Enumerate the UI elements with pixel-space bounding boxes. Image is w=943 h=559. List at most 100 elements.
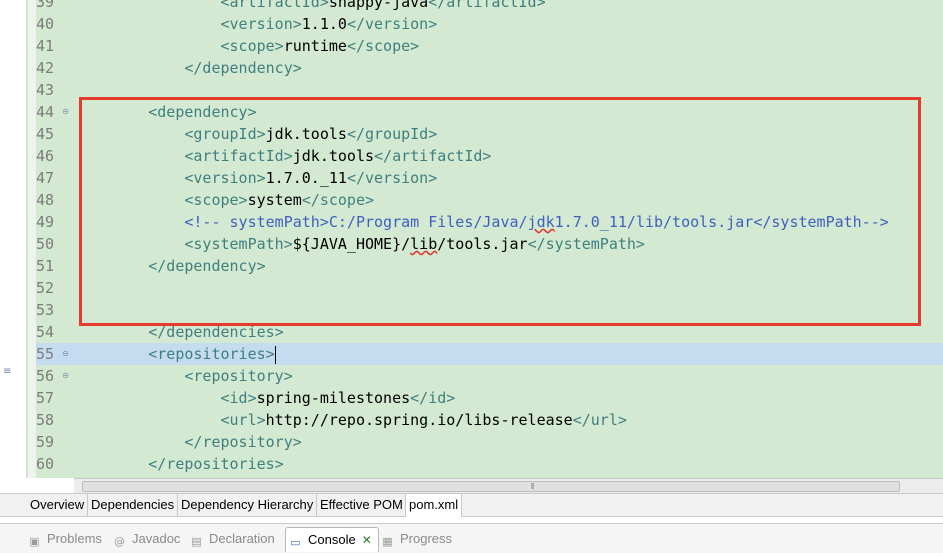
xml-tag: <artifactId> xyxy=(220,0,329,11)
editor-left-gutter: ≡ xyxy=(0,0,27,478)
code-text: </dependency> xyxy=(76,57,302,79)
xml-tag: </artifactId> xyxy=(374,147,492,165)
line-number: 48 xyxy=(36,191,55,209)
spelling-warning: lib xyxy=(410,235,438,253)
code-text: </dependencies> xyxy=(76,321,284,343)
view-tab-label: Problems xyxy=(47,531,102,546)
tab-overview[interactable]: Overview xyxy=(27,494,89,517)
horizontal-scrollbar-thumb[interactable]: ⦀ xyxy=(82,481,900,492)
code-line[interactable]: 51 </dependency> xyxy=(36,255,943,277)
view-tab-console[interactable]: ▭ Console ✕ xyxy=(285,527,379,552)
code-line[interactable]: 41 <scope>runtime</scope> xyxy=(36,35,943,57)
fold-toggle-icon[interactable]: ⊖ xyxy=(61,108,70,117)
code-line[interactable]: 45 <groupId>jdk.tools</groupId> xyxy=(36,123,943,145)
horizontal-scrollbar[interactable]: ⦀ xyxy=(74,478,943,493)
xml-tag: </artifactId> xyxy=(428,0,546,11)
line-number: 52 xyxy=(36,279,55,297)
code-line[interactable]: 58 <url>http://repo.spring.io/libs-relea… xyxy=(36,409,943,431)
editor-ruler xyxy=(28,0,36,478)
close-tab-icon[interactable]: ✕ xyxy=(362,533,372,547)
code-text: </repository> xyxy=(76,431,302,453)
line-number: 40 xyxy=(36,15,55,33)
progress-icon: ▦ xyxy=(382,535,393,548)
view-tab-javadoc[interactable]: @ Javadoc xyxy=(113,527,180,552)
code-line[interactable]: 48 <scope>system</scope> xyxy=(36,189,943,211)
code-text: <repository> xyxy=(76,365,293,387)
xml-tag: </version> xyxy=(346,169,438,187)
xml-comment: <!-- systemPath>C:/Program Files/Java/jd… xyxy=(184,213,889,231)
xml-text: runtime xyxy=(283,37,347,55)
tab-pom-xml[interactable]: pom.xml xyxy=(405,494,463,517)
view-tab-label: Console xyxy=(308,532,356,547)
view-tab-progress[interactable]: ▦ Progress xyxy=(381,527,452,552)
code-line[interactable]: 40 <version>1.1.0</version> xyxy=(36,13,943,35)
xml-tag: </repositories> xyxy=(148,455,284,473)
text-caret xyxy=(274,345,276,364)
xml-tag: </dependency> xyxy=(148,257,266,275)
code-line[interactable]: 59 </repository> xyxy=(36,431,943,453)
xml-text: jdk.tools xyxy=(265,125,347,143)
xml-tag: <artifactId> xyxy=(184,147,293,165)
xml-tag: </repository> xyxy=(184,433,302,451)
code-text: <url>http://repo.spring.io/libs-release<… xyxy=(76,409,627,431)
code-text: <version>1.7.0._11</version> xyxy=(76,167,437,189)
xml-tag: <repositories> xyxy=(148,345,275,363)
view-tab-problems[interactable]: ▣ Problems xyxy=(28,527,102,552)
code-line[interactable]: 47 <version>1.7.0._11</version> xyxy=(36,167,943,189)
xml-tag: <repository> xyxy=(184,367,293,385)
xml-text: snappy-java xyxy=(328,0,429,11)
xml-tag: </dependencies> xyxy=(148,323,284,341)
line-number: 46 xyxy=(36,147,55,165)
javadoc-icon: @ xyxy=(114,535,125,548)
code-text: <artifactId>jdk.tools</artifactId> xyxy=(76,145,491,167)
code-line[interactable]: 60 </repositories> xyxy=(36,453,943,475)
line-number: 54 xyxy=(36,323,55,341)
code-text: <repositories> xyxy=(76,343,276,365)
code-text: <groupId>jdk.tools</groupId> xyxy=(76,123,437,145)
code-line[interactable]: 39 <artifactId>snappy-java</artifactId> xyxy=(36,0,943,13)
line-number: 60 xyxy=(36,455,55,473)
code-text: <id>spring-milestones</id> xyxy=(76,387,456,409)
fold-toggle-icon[interactable]: ⊖ xyxy=(61,350,70,359)
xml-tag: </scope> xyxy=(346,37,420,55)
code-text: <dependency> xyxy=(76,101,256,123)
xml-tag: <version> xyxy=(184,169,266,187)
declaration-icon: ▤ xyxy=(191,535,202,548)
xml-tag: </groupId> xyxy=(346,125,438,143)
code-line[interactable]: 43 xyxy=(36,79,943,101)
view-tab-label: Declaration xyxy=(209,531,275,546)
code-line[interactable]: 56 ⊖ <repository> xyxy=(36,365,943,387)
code-line[interactable]: 52 xyxy=(36,277,943,299)
tab-effective-pom[interactable]: Effective POM xyxy=(317,494,407,517)
view-tab-declaration[interactable]: ▤ Declaration xyxy=(190,527,275,552)
code-line[interactable]: 53 xyxy=(36,299,943,321)
code-line[interactable]: 44 ⊖ <dependency> xyxy=(36,101,943,123)
code-text: <scope>system</scope> xyxy=(76,189,374,211)
tab-dependency-hierarchy[interactable]: Dependency Hierarchy xyxy=(178,494,318,517)
line-number: 59 xyxy=(36,433,55,451)
xml-tag: </version> xyxy=(346,15,438,33)
code-line[interactable]: 54 </dependencies> xyxy=(36,321,943,343)
code-line[interactable]: 42 </dependency> xyxy=(36,57,943,79)
tab-dependencies[interactable]: Dependencies xyxy=(88,494,179,517)
xml-tag: </id> xyxy=(410,389,456,407)
xml-tag: </dependency> xyxy=(184,59,302,77)
code-line[interactable]: 46 <artifactId>jdk.tools</artifactId> xyxy=(36,145,943,167)
code-line[interactable]: 49 <!-- systemPath>C:/Program Files/Java… xyxy=(36,211,943,233)
xml-tag: <scope> xyxy=(220,37,284,55)
line-number: 42 xyxy=(36,59,55,77)
xml-tag: </scope> xyxy=(301,191,375,209)
code-line[interactable]: 50 <systemPath>${JAVA_HOME}/lib/tools.ja… xyxy=(36,233,943,255)
xml-tag: <url> xyxy=(220,411,266,429)
line-number: 49 xyxy=(36,213,55,231)
line-number: 39 xyxy=(36,0,55,11)
xml-editor[interactable]: ≡ 39 <artifactId>snappy-java</artifactId… xyxy=(0,0,943,478)
xml-text: spring-milestones xyxy=(256,389,411,407)
code-line[interactable]: 55 ⊖ <repositories> xyxy=(36,343,943,365)
line-number: 50 xyxy=(36,235,55,253)
code-line[interactable]: 57 <id>spring-milestones</id> xyxy=(36,387,943,409)
fold-toggle-icon[interactable]: ⊖ xyxy=(61,372,70,381)
